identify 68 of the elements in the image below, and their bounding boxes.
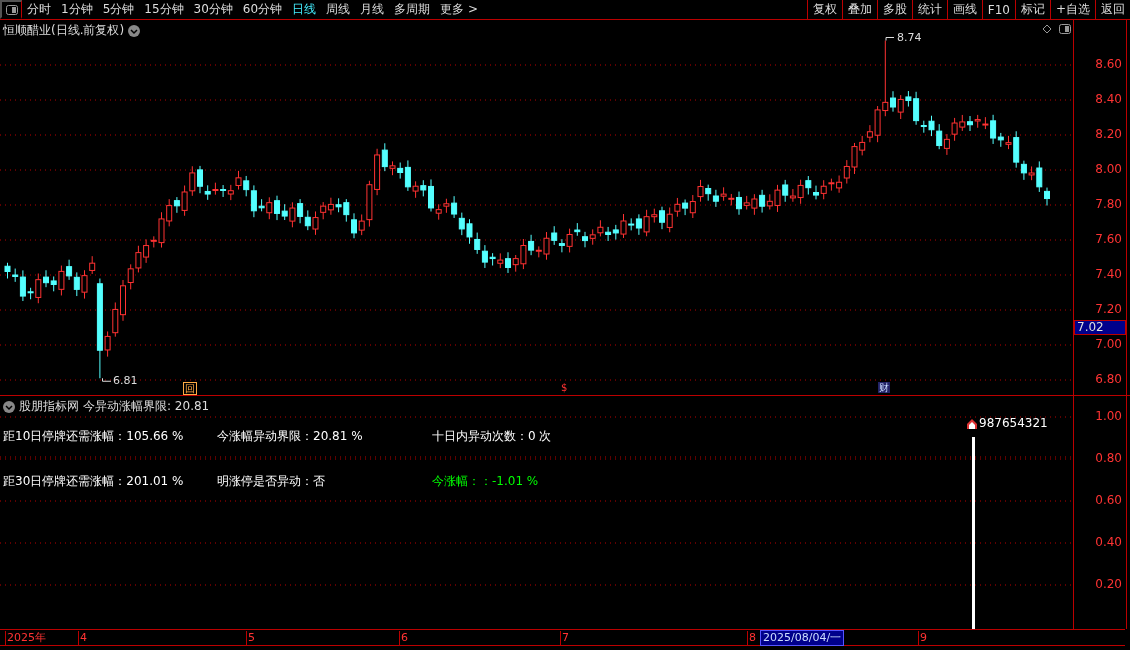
period-tab[interactable]: 60分钟 (237, 1, 288, 18)
toolbar-button[interactable]: 画线 (946, 0, 982, 19)
indicator-axis-label: 1.00 (1095, 409, 1122, 423)
price-axis-label: 7.40 (1095, 267, 1122, 281)
toolbar-button[interactable]: 统计 (911, 0, 947, 19)
indicator-axis-label: 0.80 (1095, 451, 1122, 465)
toolbar-button[interactable]: 标记 (1014, 0, 1050, 19)
leader-line (102, 377, 112, 382)
time-axis-label: 5 (246, 631, 255, 645)
toolbar-button[interactable]: F10 (981, 0, 1015, 19)
layout-toggle-button[interactable] (0, 0, 22, 19)
indicator-value: 今涨幅异动界限：20.81 % (217, 428, 364, 445)
price-axis-label: 8.60 (1095, 57, 1122, 71)
price-axis-label: 7.60 (1095, 232, 1122, 246)
indicator-title: 股朋指标网 (19, 398, 79, 415)
indicator-value: 明涨停是否异动：否 (217, 473, 326, 490)
event-marker[interactable]: 回 (183, 382, 197, 395)
period-tab[interactable]: 5分钟 (97, 1, 140, 18)
dropdown-icon[interactable] (3, 400, 15, 413)
indicator-value: 今涨幅：：-1.01 % (432, 473, 540, 490)
diamond-icon[interactable] (1042, 24, 1052, 34)
period-tab[interactable]: 更多 > (435, 1, 483, 18)
indicator-value: 距30日停牌还需涨幅：201.01 % (3, 473, 185, 490)
panel-icon (5, 4, 18, 15)
toolbar-button[interactable]: 多股 (876, 0, 912, 19)
time-axis-label: 4 (78, 631, 87, 645)
price-axis-label: 8.20 (1095, 127, 1122, 141)
period-tab[interactable]: 周线 (321, 1, 356, 18)
toolbar-button[interactable]: 返回 (1095, 0, 1130, 19)
indicator-parameter: 今异动涨幅界限: 20.81 (83, 398, 210, 415)
toolbar-button[interactable]: +自选 (1049, 0, 1095, 19)
cursor-date-tag: 2025/08/04/一 (760, 630, 845, 646)
period-tab[interactable]: 15分钟 (139, 1, 189, 18)
event-marker[interactable]: 财 (878, 382, 890, 393)
period-tab[interactable]: 月线 (355, 1, 390, 18)
period-tab[interactable]: 30分钟 (188, 1, 238, 18)
time-axis-label: 6 (399, 631, 408, 645)
current-price-tag: 7.02 (1074, 320, 1126, 335)
low-price-label: 6.81 (113, 374, 138, 388)
indicator-axis-label: 0.20 (1095, 577, 1122, 591)
price-axis-label: 7.00 (1095, 337, 1122, 351)
price-axis-label: 7.20 (1095, 302, 1122, 316)
toolbar-button[interactable]: 叠加 (841, 0, 877, 19)
time-axis-label: 8 (747, 631, 756, 645)
chart-title: 恒顺醋业(日线.前复权) (3, 22, 125, 39)
period-tab[interactable]: 分时 (22, 1, 56, 18)
price-axis-label: 6.80 (1095, 372, 1122, 386)
price-axis-label: 8.40 (1095, 92, 1122, 106)
house-icon (966, 417, 978, 429)
panel-icon[interactable] (1059, 24, 1071, 34)
period-tab[interactable]: 日线 (287, 1, 322, 18)
signal-label: 987654321 (979, 416, 1048, 430)
period-tab[interactable]: 1分钟 (56, 1, 98, 18)
time-axis-label: 2025年 (5, 631, 46, 645)
leader-line (885, 37, 895, 41)
price-axis-label: 8.00 (1095, 162, 1122, 176)
toolbar-button[interactable]: 复权 (806, 0, 842, 19)
indicator-axis-label: 0.60 (1095, 493, 1122, 507)
indicator-value: 距10日停牌还需涨幅：105.66 % (3, 428, 185, 445)
indicator-axis-label: 0.40 (1095, 535, 1122, 549)
dropdown-icon[interactable] (128, 24, 141, 37)
period-tab[interactable]: 多周期 (389, 1, 436, 18)
high-price-label: 8.74 (897, 30, 922, 44)
price-axis-label: 7.80 (1095, 197, 1122, 211)
time-axis-label: 9 (918, 631, 927, 645)
event-marker[interactable]: $ (560, 382, 569, 393)
time-axis-label: 7 (560, 631, 569, 645)
indicator-value: 十日内异动次数：0 次 (432, 428, 553, 445)
